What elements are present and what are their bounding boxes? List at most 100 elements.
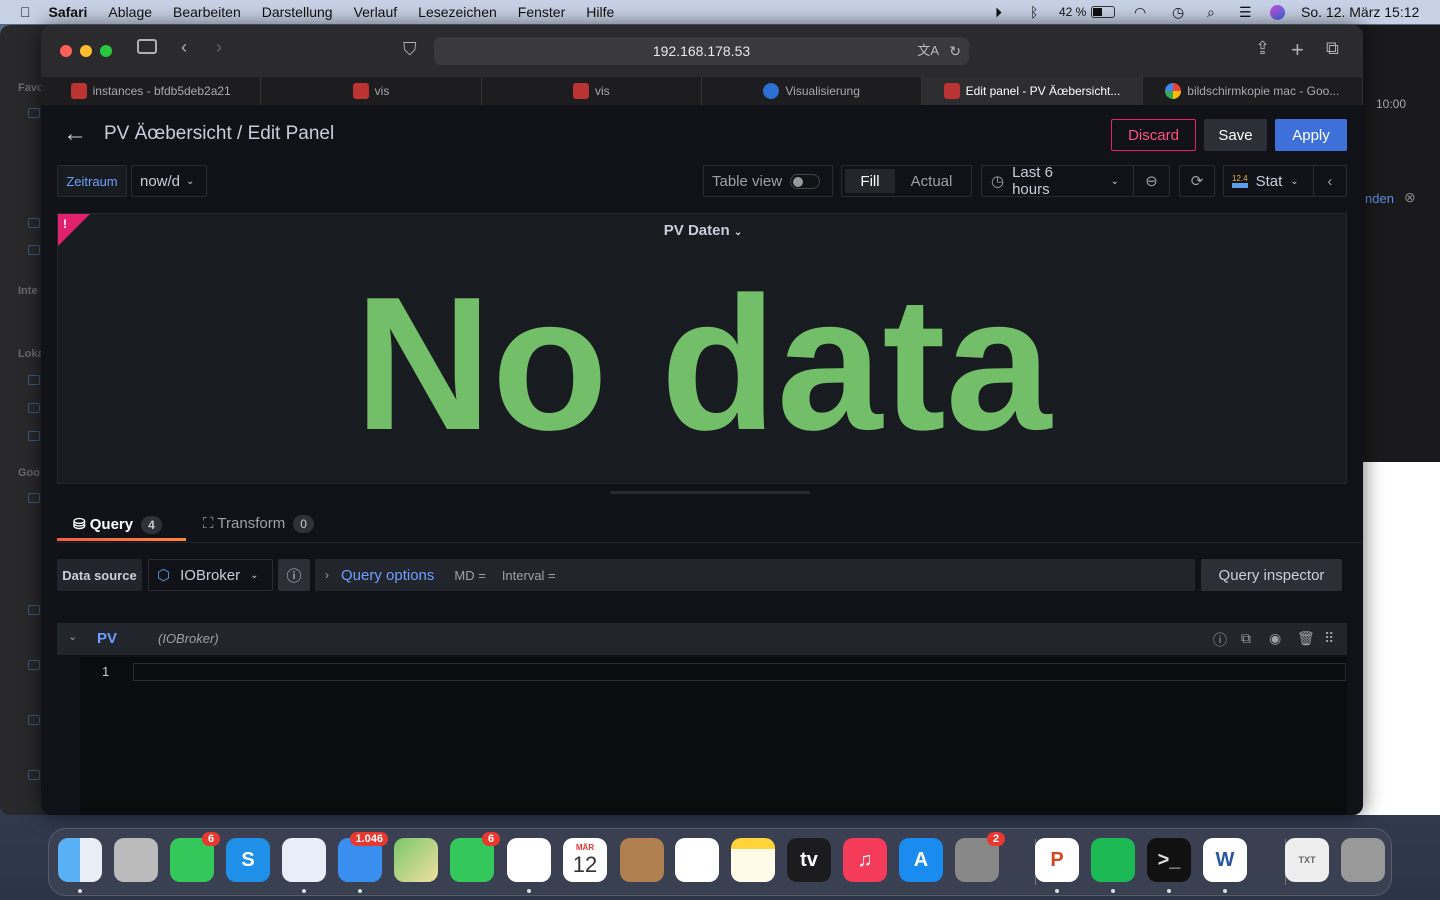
panel-title[interactable]: PV Daten ⌄ [58, 222, 1348, 239]
menu-darstellung[interactable]: Darstellung [262, 4, 333, 20]
back-arrow-icon[interactable]: ← [63, 120, 87, 148]
resize-splitter[interactable] [610, 491, 810, 494]
dock-mail-icon[interactable]: 1.046 [338, 832, 388, 882]
menu-fenster[interactable]: Fenster [518, 4, 565, 20]
back-nav-icon[interactable]: ‹ [181, 37, 187, 58]
visualization-picker[interactable]: 12.4 Stat ⌄ ‹ [1223, 165, 1347, 197]
menu-lesezeichen[interactable]: Lesezeichen [418, 4, 497, 20]
zoom-window-button[interactable] [100, 45, 112, 57]
drag-handle-icon[interactable]: ⠿ [1324, 630, 1334, 647]
fill-option[interactable]: Fill [845, 169, 895, 193]
dock-document-icon[interactable]: TXT [1285, 838, 1329, 882]
dock-reminders-icon[interactable] [675, 838, 719, 882]
spotlight-icon[interactable]: ⌕ [1207, 4, 1215, 21]
minimize-window-button[interactable] [80, 45, 92, 57]
data-source-select[interactable]: ⬡ IOBroker ⌄ [148, 559, 273, 591]
chevron-down-icon: ⌄ [733, 227, 743, 238]
trash-icon[interactable]: 🗑 [1297, 630, 1315, 647]
control-center-icon[interactable]: ☰ [1239, 4, 1252, 21]
query-input[interactable] [133, 663, 1346, 681]
zoom-out-icon[interactable]: ⊖ [1133, 166, 1169, 196]
battery-icon[interactable] [1091, 6, 1115, 18]
tab-label: instances - bfdb5deb2a21 [92, 84, 231, 98]
background-link[interactable]: nden [1365, 191, 1394, 206]
query-ref-id[interactable]: PV [97, 630, 117, 647]
menu-hilfe[interactable]: Hilfe [586, 4, 614, 20]
max-datapoints-label: MD = [454, 567, 486, 583]
tab-query[interactable]: ⛁ Query 4 [73, 515, 162, 534]
share-icon[interactable]: ⇪ [1255, 38, 1270, 59]
dock-maps-icon[interactable] [394, 838, 438, 882]
dock-music-icon[interactable]: ♫ [843, 838, 887, 882]
query-datasource: (IOBroker) [158, 631, 219, 646]
dock-system-settings-icon[interactable]: 2 [955, 832, 1005, 882]
dock-trash-icon[interactable] [1341, 838, 1385, 882]
tab-transform[interactable]: ⛶ Transform 0 [203, 515, 314, 533]
menu-bearbeiten[interactable]: Bearbeiten [173, 4, 241, 20]
tab-overview-icon[interactable]: ⧉ [1326, 38, 1339, 59]
dock-facetime-icon[interactable]: 6 [450, 832, 500, 882]
discard-button[interactable]: Discard [1111, 119, 1196, 151]
new-tab-icon[interactable]: + [1291, 37, 1304, 63]
time-machine-icon[interactable]: ◷ [1172, 4, 1184, 21]
folder-icon [28, 715, 40, 725]
menu-safari[interactable]: Safari [49, 4, 88, 20]
forward-nav-icon[interactable]: › [216, 37, 222, 58]
variable-select[interactable]: now/d ⌄ [131, 165, 207, 197]
close-circle-icon[interactable]: ⊗ [1404, 189, 1416, 206]
bluetooth-icon[interactable]: ᛒ [1030, 4, 1038, 20]
privacy-shield-icon[interactable]: ⛉ [403, 39, 417, 60]
dock-finder-icon[interactable] [58, 838, 102, 882]
translate-icon[interactable]: 文A [917, 37, 939, 65]
address-bar[interactable]: 192.168.178.53 文A ↻ [434, 37, 969, 65]
menu-verlauf[interactable]: Verlauf [354, 4, 398, 20]
collapse-query-icon[interactable]: ⌄ [68, 630, 77, 643]
save-button[interactable]: Save [1204, 119, 1267, 151]
help-icon[interactable]: ⓘ [1213, 630, 1227, 650]
time-range-picker[interactable]: ◷ Last 6 hours ⌄ ⊖ [981, 164, 1170, 198]
dock-tv-icon[interactable]: tv [787, 838, 831, 882]
menu-ablage[interactable]: Ablage [108, 4, 152, 20]
browser-tab-active[interactable]: Edit panel - PV Äœbersicht... [922, 77, 1143, 105]
reload-icon[interactable]: ↻ [949, 37, 961, 65]
apple-menu-icon[interactable]:  [20, 4, 31, 20]
browser-tab[interactable]: Visualisierung [702, 77, 923, 105]
dock-powerpoint-icon[interactable]: P [1035, 838, 1079, 882]
dock-notes-icon[interactable] [731, 838, 775, 882]
dock-photos-icon[interactable] [507, 838, 551, 882]
dock-terminal-icon[interactable]: >_ [1147, 838, 1191, 882]
play-status-icon[interactable]: ⏵ [995, 4, 1002, 21]
siri-icon[interactable] [1270, 5, 1285, 20]
collapse-options-icon[interactable]: ‹ [1312, 166, 1346, 196]
dock-calendar-icon[interactable]: MÄR 12 [563, 838, 607, 882]
eye-icon[interactable]: ◉ [1269, 630, 1281, 647]
dock-launchpad-icon[interactable] [114, 838, 158, 882]
dock-contacts-icon[interactable] [620, 838, 664, 882]
toggle-switch[interactable] [790, 173, 821, 189]
dock-messages-icon[interactable]: 6 [170, 832, 220, 882]
dock-safari-icon[interactable] [282, 838, 326, 882]
clock[interactable]: So. 12. März 15:12 [1301, 4, 1419, 20]
query-options-bar[interactable]: › Query options MD = Interval = [315, 559, 1195, 591]
query-inspector-button[interactable]: Query inspector [1201, 559, 1342, 591]
table-view-toggle[interactable]: Table view [703, 165, 833, 197]
sidebar-toggle-icon[interactable] [137, 39, 157, 54]
wifi-icon[interactable]: ◠ [1134, 4, 1146, 21]
apply-button[interactable]: Apply [1275, 119, 1347, 151]
duplicate-icon[interactable]: ⧉ [1241, 630, 1251, 647]
help-button[interactable]: ⓘ [278, 559, 310, 591]
refresh-button[interactable]: ⟳ [1179, 165, 1215, 197]
browser-tab[interactable]: instances - bfdb5deb2a21 [41, 77, 262, 105]
close-window-button[interactable] [60, 45, 72, 57]
browser-tab[interactable]: bildschirmkopie mac - Goo... [1143, 77, 1363, 105]
panel-title-text: PV Daten [663, 222, 730, 239]
dock-word-icon[interactable]: W [1203, 838, 1247, 882]
browser-tab[interactable]: vis [261, 77, 482, 105]
dock-app-store-icon[interactable]: A [899, 838, 943, 882]
trash-icon [28, 375, 40, 385]
dock-glyph: tv [800, 848, 818, 871]
actual-option[interactable]: Actual [895, 173, 968, 190]
dock-skype-icon[interactable]: S [226, 838, 270, 882]
browser-tab[interactable]: vis [482, 77, 702, 105]
dock-spotify-icon[interactable] [1091, 838, 1135, 882]
